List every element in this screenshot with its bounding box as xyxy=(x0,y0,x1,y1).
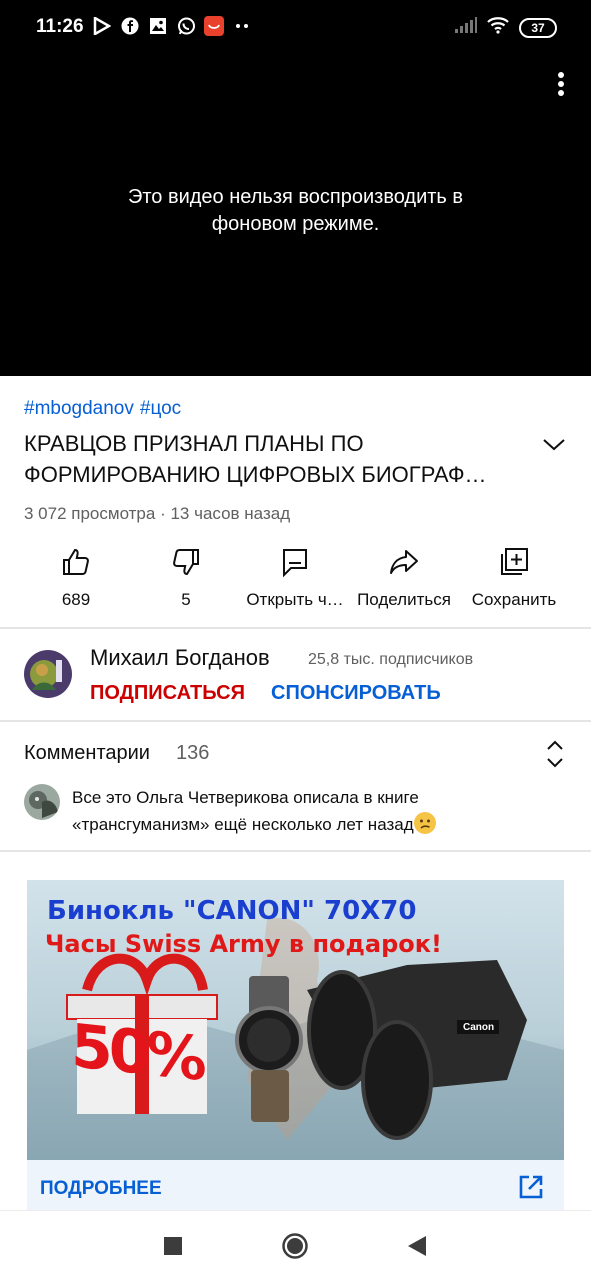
ad-banner[interactable]: Бинокль "CANON" 70X70 Часы Swiss Army в … xyxy=(27,880,564,1160)
battery-indicator: 37 xyxy=(519,17,557,38)
chevron-down-icon[interactable] xyxy=(540,430,568,458)
hashtags: #mbogdanov #цос xyxy=(24,398,187,420)
notification-icons xyxy=(92,16,252,36)
share-button[interactable]: Поделиться xyxy=(349,540,459,610)
divider xyxy=(0,720,591,722)
wifi-icon xyxy=(487,16,509,39)
back-button[interactable] xyxy=(402,1231,432,1261)
divider xyxy=(0,850,591,852)
hashtag-link[interactable]: #цос xyxy=(140,398,181,419)
commenter-avatar xyxy=(24,784,60,820)
facebook-icon xyxy=(120,16,140,36)
play-store-icon xyxy=(92,16,112,36)
comments-title: Комментарии xyxy=(24,742,150,764)
video-title[interactable]: КРАВЦОВ ПРИЗНАЛ ПЛАНЫ ПО ФОРМИРОВАНИЮ ЦИ… xyxy=(24,428,534,490)
share-icon xyxy=(388,546,420,578)
save-button[interactable]: Сохранить xyxy=(459,540,569,610)
divider xyxy=(0,627,591,629)
open-external-icon[interactable] xyxy=(518,1174,544,1200)
confused-face-icon xyxy=(413,812,436,834)
ad-headline: Бинокль "CANON" 70X70 xyxy=(47,896,417,926)
channel-avatar[interactable] xyxy=(24,650,72,698)
top-comment: Все это Ольга Четверикова описала в книг… xyxy=(72,784,492,838)
aliexpress-icon xyxy=(204,16,224,36)
discount-badge: 50% xyxy=(71,1011,203,1095)
system-nav-bar xyxy=(0,1210,591,1280)
whatsapp-icon xyxy=(176,16,196,36)
hashtag-link[interactable]: #mbogdanov xyxy=(24,398,134,419)
status-bar: 11:26 37 xyxy=(0,0,591,56)
thumb-down-icon xyxy=(170,546,202,578)
subscriber-count: 25,8 тыс. подписчиков xyxy=(308,651,474,668)
brand-label: Canon xyxy=(463,1022,495,1033)
image-icon xyxy=(148,16,168,36)
channel-name[interactable]: Михаил Богданов xyxy=(90,645,270,671)
system-status: 37 xyxy=(455,16,557,39)
expand-collapse-icon[interactable] xyxy=(542,738,568,770)
more-options-icon[interactable] xyxy=(551,70,571,100)
add-to-playlist-icon xyxy=(498,546,530,578)
action-bar: 689 5 Открыть ч… Поделиться Сохранить xyxy=(0,540,591,618)
comments-count: 136 xyxy=(176,742,210,764)
open-chat-button[interactable]: Открыть ч… xyxy=(240,540,350,610)
learn-more-button[interactable]: ПОДРОБНЕЕ xyxy=(40,1178,162,1200)
thumb-up-icon xyxy=(60,546,92,578)
signal-icon xyxy=(455,17,477,38)
sponsor-button[interactable]: СПОНСИРОВАТЬ xyxy=(271,682,441,705)
like-button[interactable]: 689 xyxy=(21,540,131,610)
status-time: 11:26 xyxy=(36,16,84,37)
video-player[interactable]: 11:26 37 Это видео нельзя воспроизводить… xyxy=(0,0,591,376)
ad-footer[interactable]: ПОДРОБНЕЕ xyxy=(27,1160,564,1210)
dislike-button[interactable]: 5 xyxy=(131,540,241,610)
subscribe-button[interactable]: ПОДПИСАТЬСЯ xyxy=(90,682,245,705)
home-button[interactable] xyxy=(280,1231,310,1261)
background-play-message: Это видео нельзя воспроизводить в фоново… xyxy=(127,186,464,235)
chat-icon xyxy=(279,546,311,578)
recents-button[interactable] xyxy=(158,1231,188,1261)
video-meta: 3 072 просмотра · 13 часов назад xyxy=(24,504,291,523)
more-dots-icon xyxy=(232,16,252,36)
ad-subheadline: Часы Swiss Army в подарок! xyxy=(45,930,442,958)
